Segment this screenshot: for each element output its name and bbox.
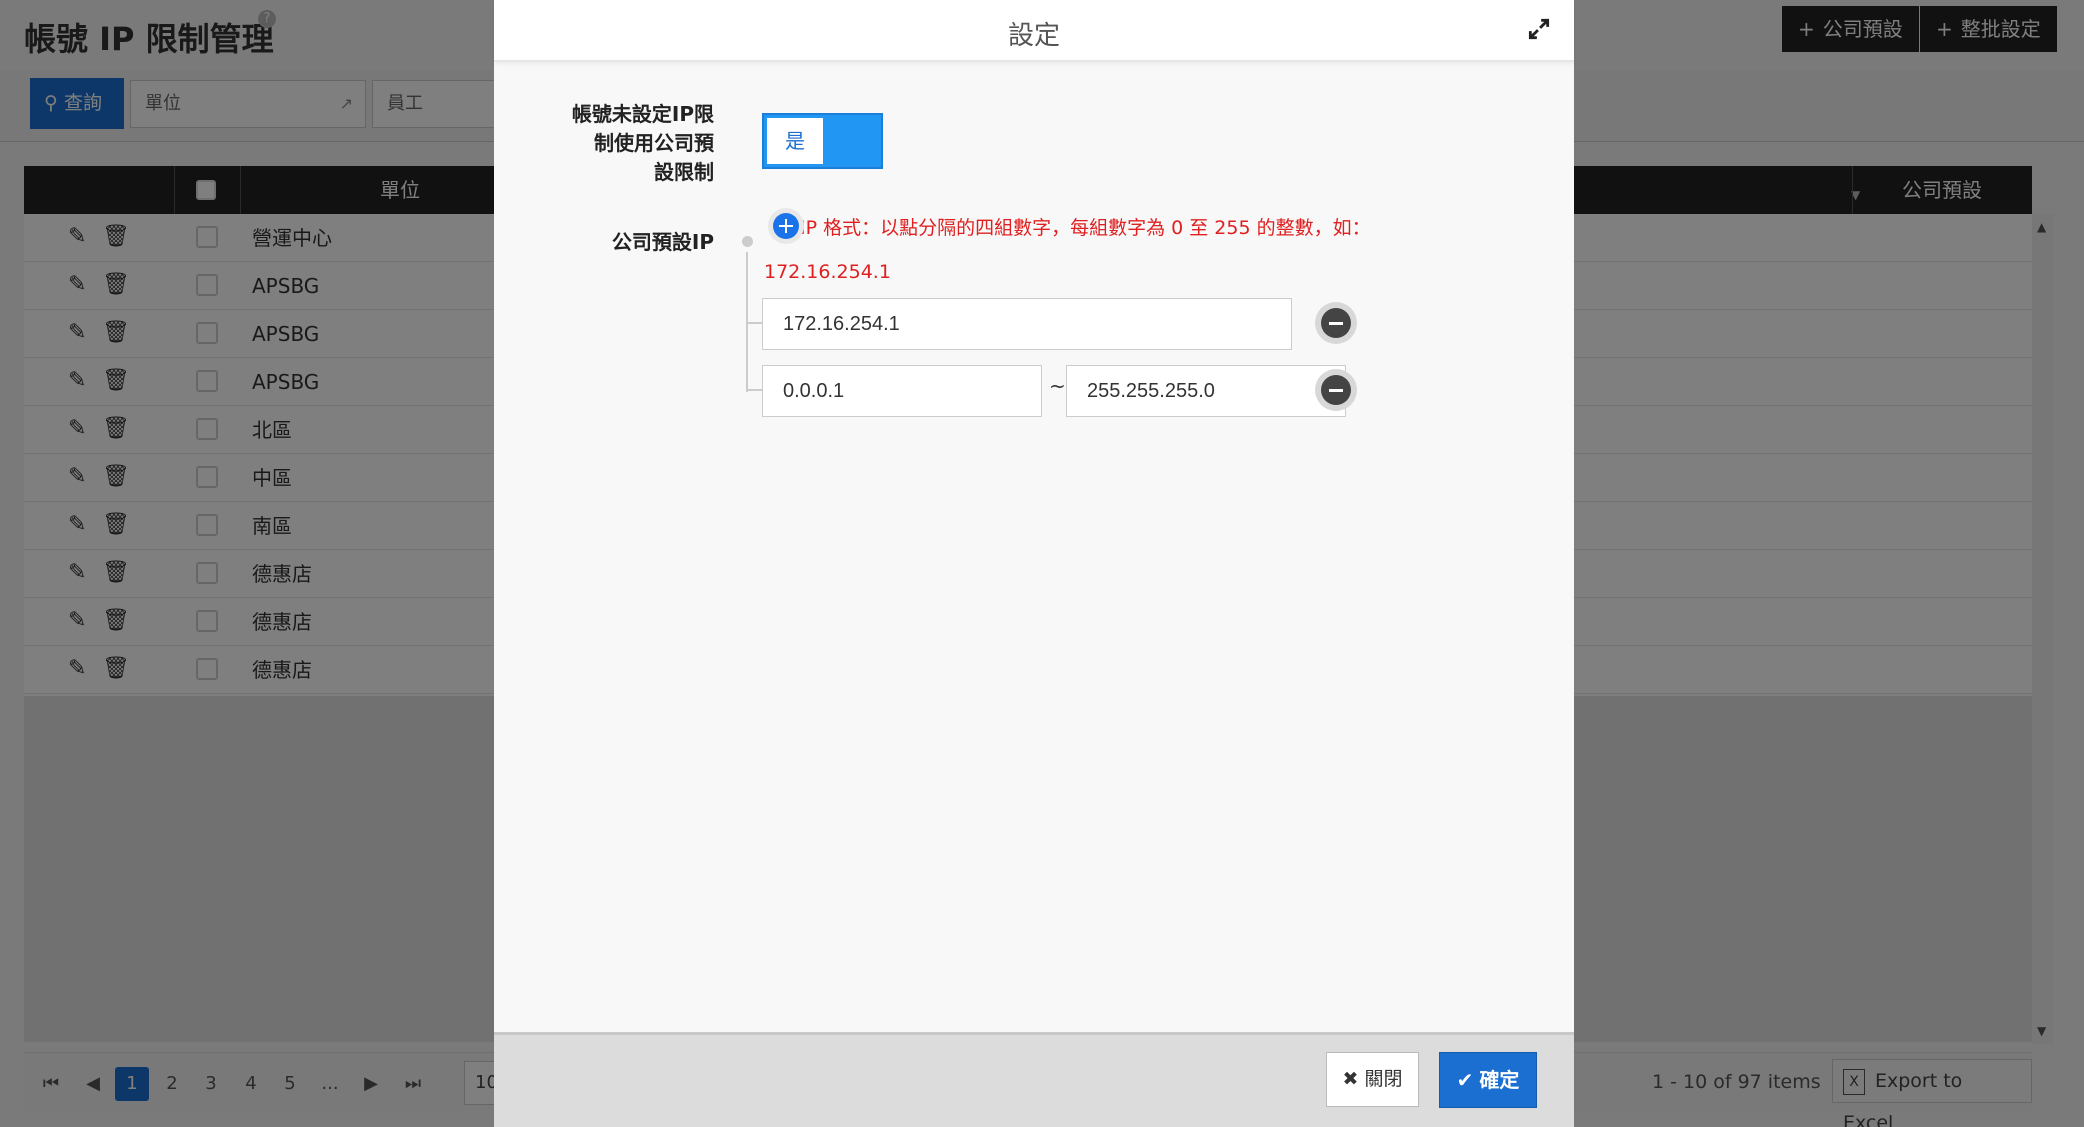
ip-range-start-input[interactable] [762,365,1042,417]
ip-single-input[interactable] [762,298,1292,350]
modal-title: 設定 [1007,21,1060,51]
confirm-button[interactable]: ✔ 確定 [1439,1052,1537,1108]
range-separator: ~ [1049,374,1066,398]
no-ip-restriction-label: 帳號未設定IP限 制使用公司預 設限制 [571,102,714,184]
settings-modal: 設定 帳號未設定IP限 制使用公司預 設限制 是 公司預設IP IP 格式：以點… [494,0,1574,1127]
modal-footer: ✖ 關閉 ✔ 確定 [494,1032,1574,1127]
minus-circle-icon [1321,375,1351,405]
remove-ip-button[interactable] [1315,302,1357,344]
toggle-value: 是 [767,118,823,164]
check-icon: ✔ [1456,1068,1474,1092]
use-company-default-toggle[interactable]: 是 [762,113,883,169]
tree-branch [746,322,762,324]
add-ip-button[interactable] [768,208,804,244]
close-icon: ✖ [1342,1068,1359,1090]
expand-icon[interactable] [1526,16,1552,42]
plus-circle-icon [773,213,799,239]
minus-circle-icon [1321,308,1351,338]
close-button[interactable]: ✖ 關閉 [1326,1052,1419,1107]
ip-range-end-input[interactable] [1066,365,1346,417]
close-label: 關閉 [1364,1068,1403,1090]
company-default-ip-label: 公司預設IP [611,230,714,254]
tree-branch [746,389,762,391]
confirm-label: 確定 [1479,1068,1520,1092]
ip-format-hint: IP 格式：以點分隔的四組數字，每組數字為 0 至 255 的整數，如：172.… [764,217,1371,283]
remove-ip-range-button[interactable] [1315,369,1357,411]
tree-node-dot [742,236,753,247]
modal-header: 設定 [494,0,1574,62]
